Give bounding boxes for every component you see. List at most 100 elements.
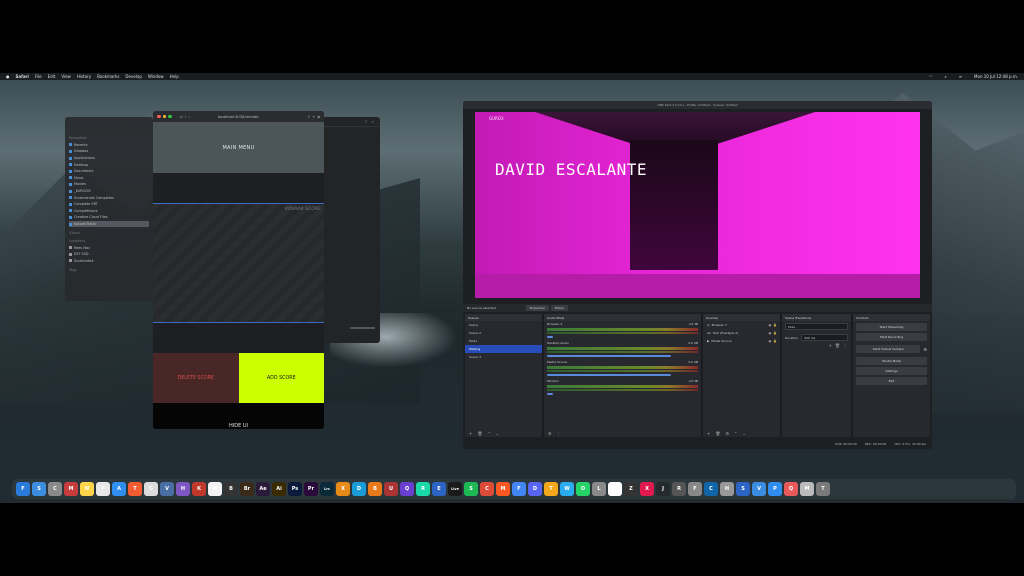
sidebar-icon[interactable]: ▭ (180, 115, 183, 119)
dock-app-icon[interactable]: C (704, 482, 718, 496)
search-icon[interactable]: ⌕ (372, 119, 374, 124)
forward-icon[interactable]: › (188, 115, 189, 119)
dock-app-icon[interactable]: Pr (304, 482, 318, 496)
zoom-slider[interactable] (350, 327, 375, 329)
source-item[interactable]: ▶ Media Source ◉ 🔒 (703, 337, 780, 345)
finder-item[interactable]: Applications (69, 155, 149, 162)
studio-mode-button[interactable]: Studio Mode (856, 357, 927, 365)
address-bar[interactable]: localhost:3030/remote (218, 115, 259, 119)
scene-item[interactable]: Scene 2 (465, 329, 542, 337)
dock-app-icon[interactable]: M (64, 482, 78, 496)
share-icon[interactable]: ⇪ (364, 119, 367, 124)
dock-app-icon[interactable]: Lrc (320, 482, 334, 496)
menu-edit[interactable]: Edit (48, 74, 56, 79)
finder-item[interactable]: Music (69, 175, 149, 182)
menu-develop[interactable]: Develop (125, 74, 141, 79)
lock-icon[interactable]: 🔒 (773, 331, 777, 335)
move-down-icon[interactable]: ⌄ (496, 431, 499, 436)
more-icon[interactable]: ⋮ (843, 343, 847, 348)
menu-help[interactable]: Help (170, 74, 179, 79)
main-menu-header[interactable]: MAIN MENU (153, 122, 324, 173)
start-streaming-button[interactable]: Start Streaming (856, 323, 927, 331)
properties-button[interactable]: Properties (525, 305, 549, 311)
obs-preview[interactable]: GURO3 DAVID ESCALANTE (475, 112, 920, 298)
dock-app-icon[interactable]: W (560, 482, 574, 496)
dock-app-icon[interactable]: R (416, 482, 430, 496)
move-down-icon[interactable]: ⌄ (742, 431, 745, 436)
dock-app-icon[interactable]: P (96, 482, 110, 496)
filters-button[interactable]: Filters (550, 305, 568, 311)
add-icon[interactable]: + (829, 343, 832, 348)
dock-app-icon[interactable]: C (48, 482, 62, 496)
close-icon[interactable] (157, 114, 161, 119)
finder-item[interactable]: Recents (69, 142, 149, 149)
lock-icon[interactable]: 🔒 (773, 339, 777, 343)
dock-app-icon[interactable]: T (544, 482, 558, 496)
dock-app-icon[interactable]: F (512, 482, 526, 496)
start-recording-button[interactable]: Start Recording (856, 333, 927, 341)
dock-app-icon[interactable]: P (768, 482, 782, 496)
advanced-audio-icon[interactable]: ⚙ (548, 431, 552, 436)
gear-icon[interactable]: ⚙ (725, 431, 729, 436)
finder-item[interactable]: Complétitions (69, 208, 149, 215)
eye-icon[interactable]: ◉ (769, 331, 772, 335)
finder-item[interactable]: Dropbox (69, 148, 149, 155)
source-item[interactable]: ab Text (FreeType 2) ◉ 🔒 (703, 329, 780, 337)
dock-app-icon[interactable]: Ae (256, 482, 270, 496)
dock-app-icon[interactable]: D (528, 482, 542, 496)
more-icon[interactable]: ⋮ (557, 431, 561, 436)
menu-app-name[interactable]: Safari (16, 74, 29, 79)
dock-app-icon[interactable]: B (224, 482, 238, 496)
dock-app-icon[interactable]: Q (400, 482, 414, 496)
scene-item[interactable]: Scene (465, 321, 542, 329)
menu-clock[interactable]: Mon 10 Jul 12:48 p.m. (974, 74, 1018, 79)
gear-icon[interactable]: ⚙ (923, 347, 927, 352)
tabs-icon[interactable]: ⧉ (317, 115, 320, 119)
move-up-icon[interactable]: ⌃ (734, 431, 737, 436)
add-score-button[interactable]: ADD SCORE (238, 353, 324, 403)
menu-window[interactable]: Window (148, 74, 164, 79)
dock-app-icon[interactable]: D (352, 482, 366, 496)
trash-icon[interactable]: 🗑 (715, 431, 720, 436)
dock-app-icon[interactable]: X (336, 482, 350, 496)
control-center-icon[interactable]: ≡ (959, 74, 962, 79)
dock-app-icon[interactable]: E (432, 482, 446, 496)
menu-history[interactable]: History (77, 74, 91, 79)
move-up-icon[interactable]: ⌃ (487, 431, 490, 436)
dock-app-icon[interactable]: T (128, 482, 142, 496)
dock-app-icon[interactable]: Ps (288, 482, 302, 496)
scene-item[interactable]: Scene 3 (465, 353, 542, 361)
finder-location[interactable]: EXT SSD (69, 251, 149, 258)
trash-icon[interactable]: 🗑 (477, 431, 482, 436)
dock-app-icon[interactable]: Q (784, 482, 798, 496)
dock-app-icon[interactable]: V (752, 482, 766, 496)
dock-app-icon[interactable]: Ai (272, 482, 286, 496)
finder-item[interactable]: _KURSOIS (69, 188, 149, 195)
back-icon[interactable]: ‹ (185, 115, 186, 119)
settings-button[interactable]: Settings (856, 367, 927, 375)
dock-app-icon[interactable]: T (816, 482, 830, 496)
volume-slider[interactable] (547, 393, 554, 395)
zoom-icon[interactable] (168, 114, 172, 119)
dock-app-icon[interactable]: F (688, 482, 702, 496)
dock-app-icon[interactable]: J (656, 482, 670, 496)
dock-app-icon[interactable]: G (144, 482, 158, 496)
dock-app-icon[interactable]: B (368, 482, 382, 496)
dock-app-icon[interactable]: C (480, 482, 494, 496)
dock-app-icon[interactable]: T (608, 482, 622, 496)
dock-app-icon[interactable]: A (112, 482, 126, 496)
eye-icon[interactable]: ◉ (769, 339, 772, 343)
lock-icon[interactable]: 🔒 (773, 323, 777, 327)
dock-app-icon[interactable]: L (592, 482, 606, 496)
add-icon[interactable]: + (707, 431, 710, 436)
apple-icon[interactable]: ● (6, 74, 10, 79)
dock-app-icon[interactable]: H (176, 482, 190, 496)
dock-app-icon[interactable]: Br (240, 482, 254, 496)
transition-type-select[interactable]: Fade (785, 323, 848, 330)
new-tab-icon[interactable]: + (312, 115, 315, 119)
dock-app-icon[interactable]: M (800, 482, 814, 496)
duration-input[interactable]: 300 ms (801, 334, 848, 341)
volume-slider[interactable] (547, 374, 671, 376)
trash-icon[interactable]: 🗑 (835, 343, 840, 348)
scene-item-selected[interactable]: Waiting (465, 345, 542, 353)
